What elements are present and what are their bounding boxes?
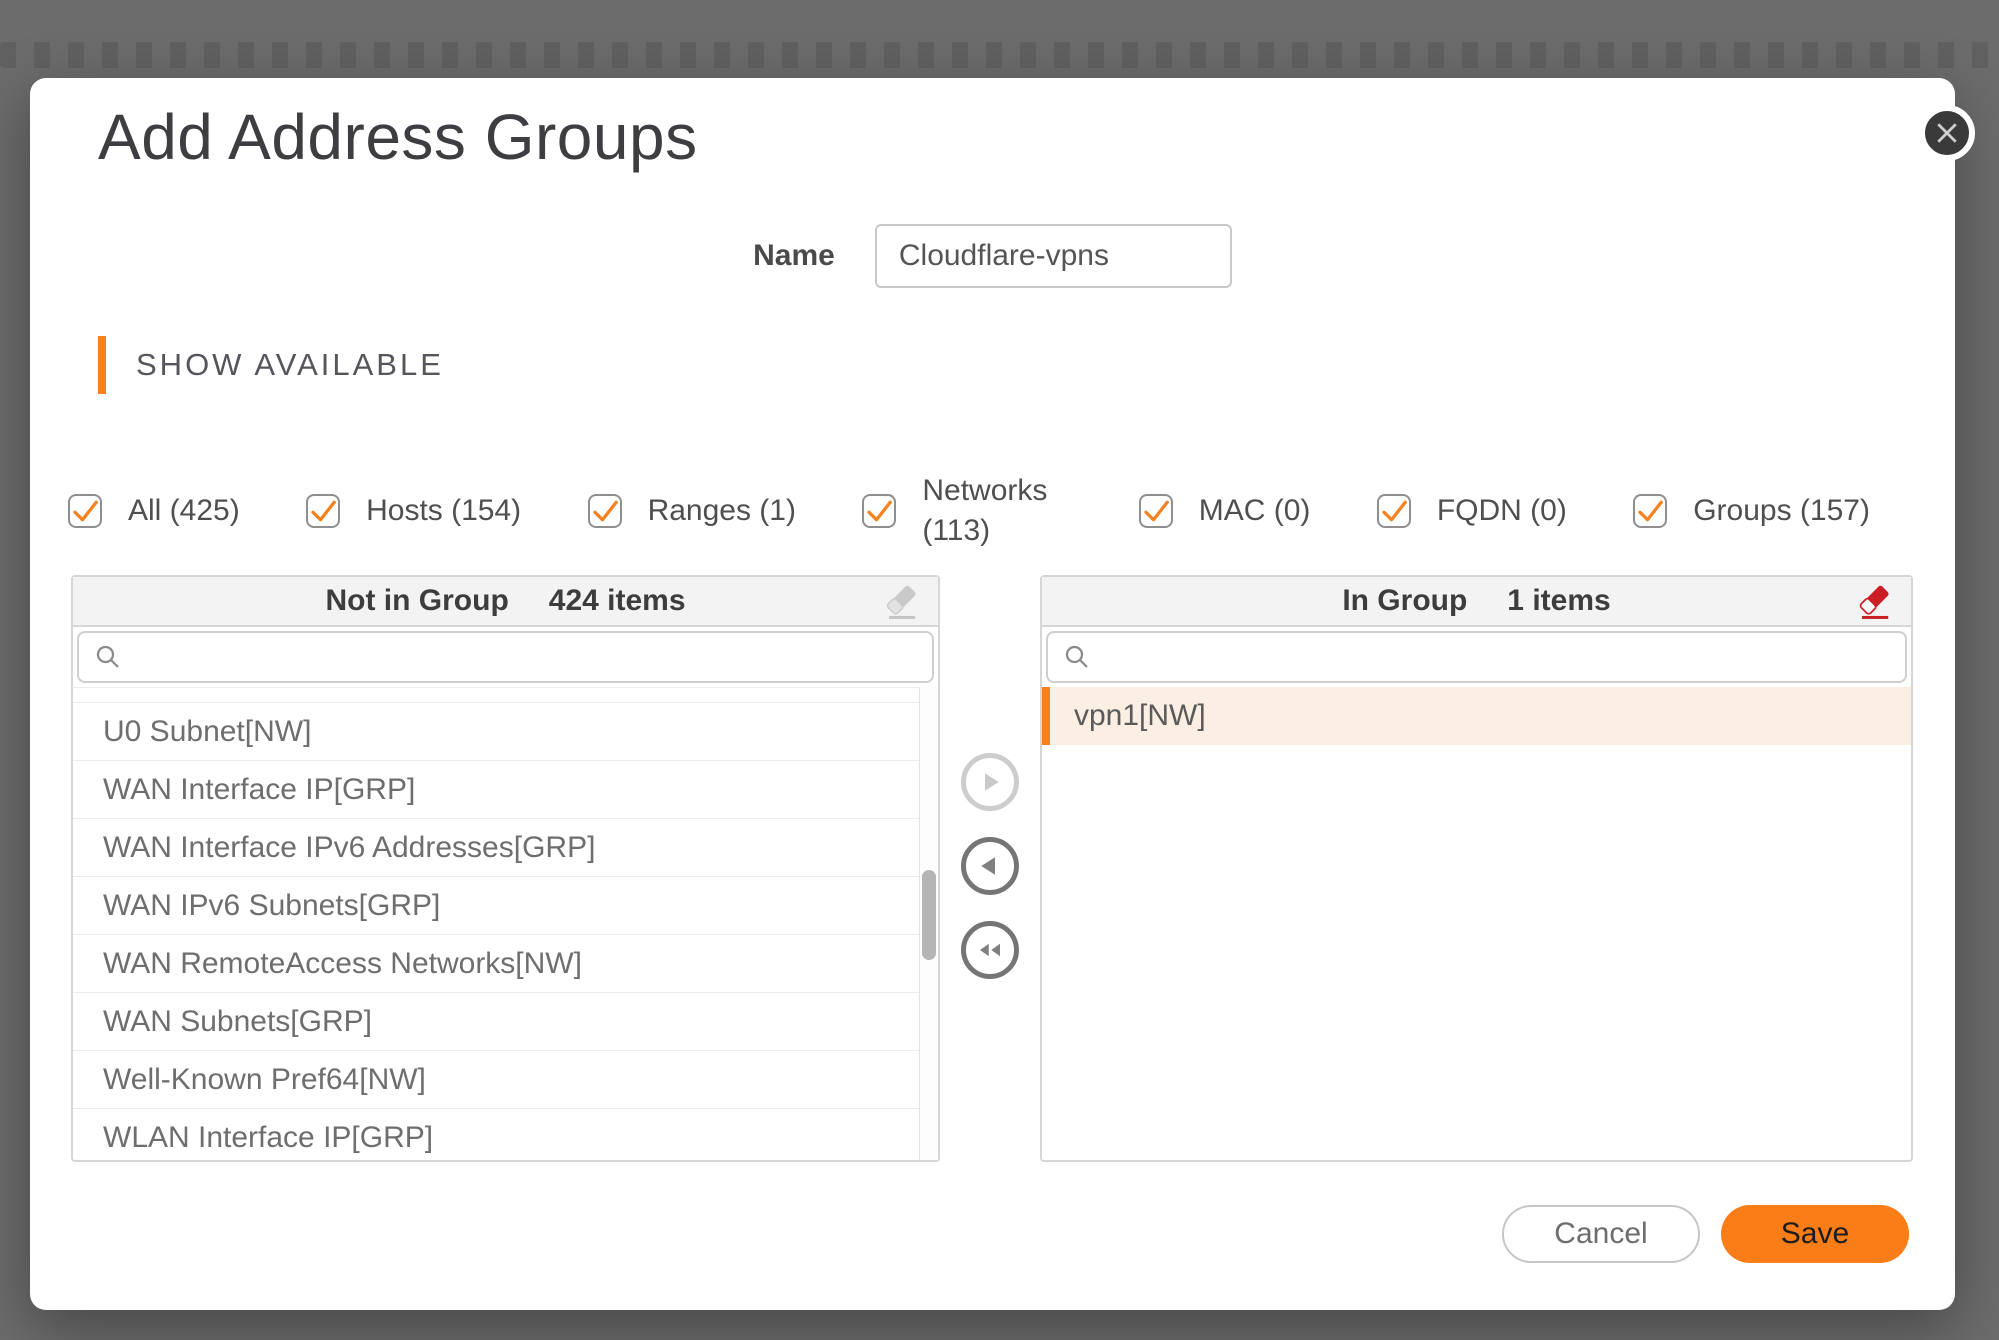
filter-label: Groups (157) <box>1693 491 1870 532</box>
list-item[interactable]: WAN RemoteAccess Networks[NW] <box>73 935 938 993</box>
checkbox-checked-icon[interactable] <box>1633 494 1667 528</box>
checkbox-checked-icon[interactable] <box>588 494 622 528</box>
filter-checkbox-all[interactable]: All (425) <box>68 491 240 532</box>
eraser-icon <box>882 582 924 624</box>
search-icon <box>93 642 123 672</box>
selected-list-item[interactable]: vpn1[NW] <box>1042 687 1911 745</box>
name-label: Name <box>753 239 835 273</box>
clear-list-button[interactable] <box>1855 582 1897 624</box>
close-icon <box>1932 118 1962 148</box>
search-input[interactable] <box>135 633 918 681</box>
clear-list-button[interactable] <box>882 582 924 624</box>
in-group-list: vpn1[NW] <box>1042 687 1911 1160</box>
search-icon <box>1062 642 1092 672</box>
checkbox-checked-icon[interactable] <box>862 494 896 528</box>
section-heading-text: SHOW AVAILABLE <box>136 347 444 383</box>
filter-checkbox-mac[interactable]: MAC (0) <box>1139 491 1311 532</box>
in-group-header: In Group 1 items <box>1042 577 1911 627</box>
name-input[interactable] <box>875 224 1232 288</box>
filter-label: FQDN (0) <box>1437 491 1567 532</box>
double-arrow-left-icon <box>975 935 1005 965</box>
panel-item-count: 424 items <box>549 584 686 618</box>
list-item[interactable]: WAN Interface IP[GRP] <box>73 761 938 819</box>
scrollbar-thumb[interactable] <box>922 870 936 960</box>
show-available-section: SHOW AVAILABLE <box>98 336 444 394</box>
panel-item-count: 1 items <box>1507 584 1610 618</box>
eraser-icon <box>1855 582 1897 624</box>
move-all-left-button[interactable] <box>961 921 1019 979</box>
not-in-group-header: Not in Group 424 items <box>73 577 938 627</box>
list-item[interactable]: WLAN Interface IP[GRP] <box>73 1109 938 1160</box>
checkbox-checked-icon[interactable] <box>1139 494 1173 528</box>
filter-checkbox-networks[interactable]: Networks (113) <box>862 471 1072 552</box>
checkbox-checked-icon[interactable] <box>306 494 340 528</box>
panel-title: Not in Group <box>325 584 508 618</box>
transfer-button-column <box>956 753 1024 979</box>
checkbox-checked-icon[interactable] <box>68 494 102 528</box>
list-item[interactable]: Well-Known Pref64[NW] <box>73 1051 938 1109</box>
not-in-group-search[interactable] <box>77 631 934 683</box>
add-address-groups-dialog: Add Address Groups Name SHOW AVAILABLE A… <box>30 78 1955 1310</box>
name-field-row: Name <box>30 224 1955 288</box>
partially-scrolled-row <box>73 688 938 703</box>
dialog-title: Add Address Groups <box>98 100 698 174</box>
move-left-button[interactable] <box>961 837 1019 895</box>
list-item[interactable]: WAN Subnets[GRP] <box>73 993 938 1051</box>
filter-checkbox-ranges[interactable]: Ranges (1) <box>588 491 796 532</box>
not-in-group-panel: Not in Group 424 items U0 Sub <box>71 575 940 1162</box>
section-accent-bar <box>98 336 106 394</box>
filter-checkbox-fqdn[interactable]: FQDN (0) <box>1377 491 1567 532</box>
close-button[interactable] <box>1919 105 1975 161</box>
filter-label: All (425) <box>128 491 240 532</box>
filter-checkbox-hosts[interactable]: Hosts (154) <box>306 491 521 532</box>
in-group-search[interactable] <box>1046 631 1907 683</box>
filter-label: Hosts (154) <box>366 491 521 532</box>
list-item[interactable]: U0 Subnet[NW] <box>73 703 938 761</box>
arrow-left-icon <box>975 851 1005 881</box>
search-input[interactable] <box>1104 633 1891 681</box>
arrow-right-icon <box>975 767 1005 797</box>
dimmed-background-content <box>0 42 1999 68</box>
filter-checkbox-row: All (425) Hosts (154) Ranges (1) Network… <box>68 456 1870 566</box>
checkbox-checked-icon[interactable] <box>1377 494 1411 528</box>
filter-label: MAC (0) <box>1199 491 1311 532</box>
filter-checkbox-groups[interactable]: Groups (157) <box>1633 491 1870 532</box>
list-item[interactable]: WAN Interface IPv6 Addresses[GRP] <box>73 819 938 877</box>
in-group-panel: In Group 1 items vpn1[NW] <box>1040 575 1913 1162</box>
not-in-group-list: U0 Subnet[NW] WAN Interface IP[GRP] WAN … <box>73 687 938 1160</box>
filter-label: Ranges (1) <box>648 491 796 532</box>
panel-title: In Group <box>1342 584 1467 618</box>
save-button[interactable]: Save <box>1721 1205 1909 1263</box>
list-item[interactable]: WAN IPv6 Subnets[GRP] <box>73 877 938 935</box>
cancel-button[interactable]: Cancel <box>1502 1205 1700 1263</box>
filter-label: Networks (113) <box>922 471 1072 552</box>
move-right-button[interactable] <box>961 753 1019 811</box>
scrollbar-track[interactable] <box>919 687 938 1160</box>
